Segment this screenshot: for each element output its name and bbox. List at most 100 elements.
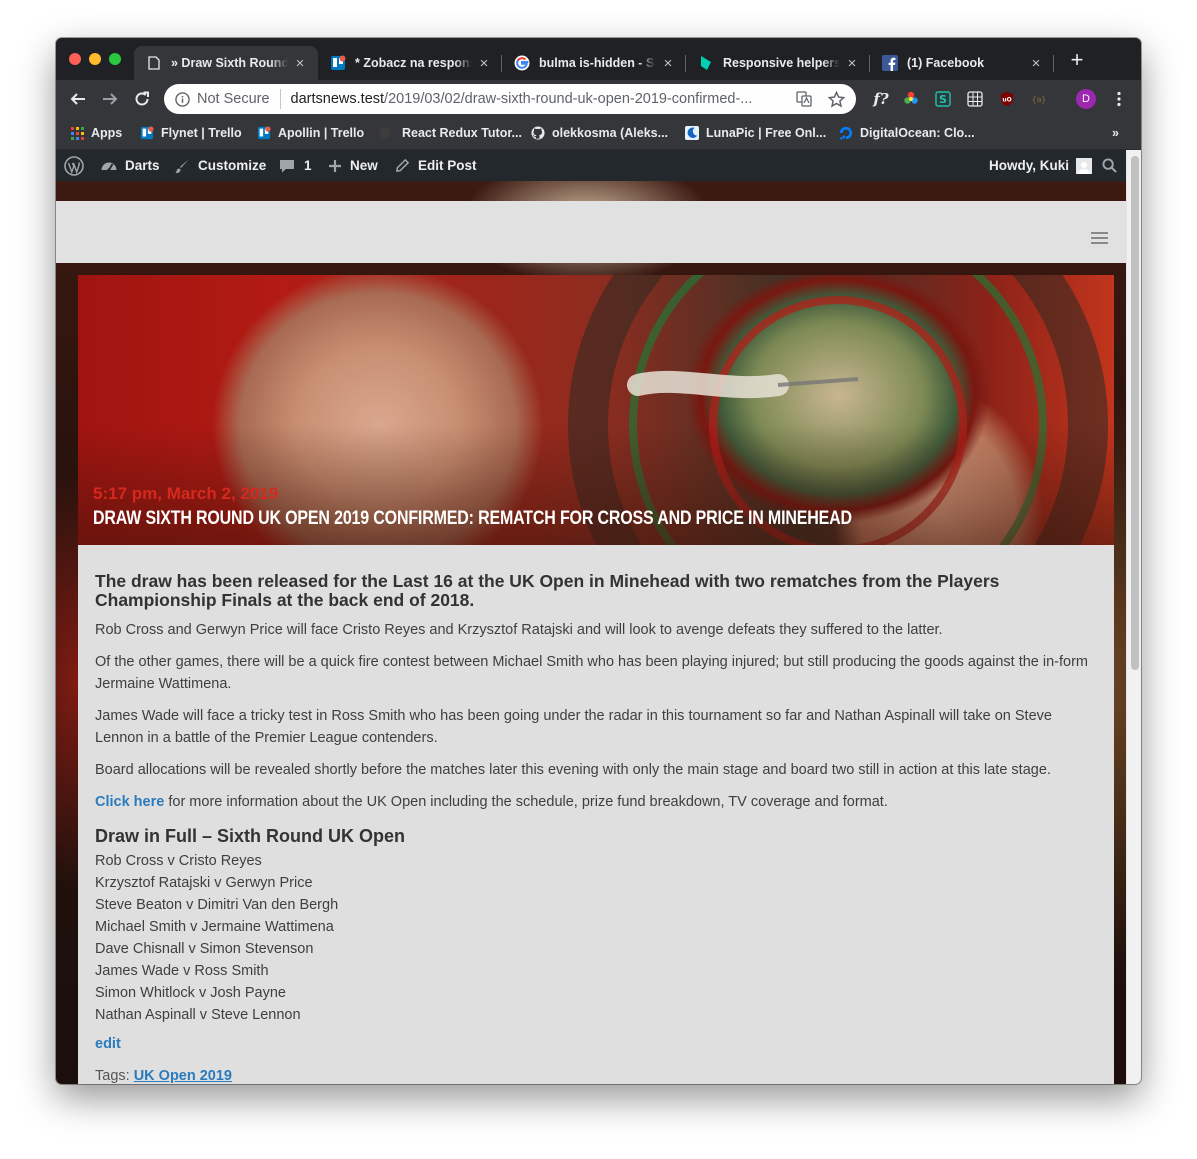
draw-item: Nathan Aspinall v Steve Lennon <box>95 1007 301 1023</box>
not-secure-label: Not Secure <box>197 91 270 107</box>
page-viewport: Darts Customize 1 New Edit Post Howdy, K… <box>56 150 1126 1084</box>
draw-item: Michael Smith v Jermaine Wattimena <box>95 919 334 935</box>
security-indicator[interactable]: Not Secure <box>175 91 270 107</box>
tab-close-icon[interactable]: × <box>292 55 308 72</box>
grid-extension-icon[interactable] <box>964 88 986 110</box>
bookmark-olekkosma[interactable]: olekkosma (Aleks... <box>531 124 668 142</box>
bookmark-label: Apps <box>91 126 123 140</box>
profile-avatar[interactable]: D <box>1074 88 1098 110</box>
trello-icon <box>140 126 154 140</box>
page-scrollbar[interactable] <box>1126 150 1141 1084</box>
bookmarks-bar: Apps Flynet | Trello Apollin | Trello Re… <box>56 118 1141 150</box>
new-label: New <box>350 158 378 173</box>
bookmark-label: Apollin | Trello <box>278 126 365 140</box>
react-icon <box>378 126 392 140</box>
reload-icon[interactable] <box>130 87 154 111</box>
tab-strip: » Draw Sixth Round UK Open 2019 Confirme… <box>56 38 1141 80</box>
tab-title: Responsive helpers | Bulma <box>723 56 840 70</box>
edit-post-label: Edit Post <box>418 158 477 173</box>
fontface-extension-icon[interactable]: f? <box>870 88 892 110</box>
tab-close-icon[interactable]: × <box>660 55 676 72</box>
hero-image: 5:17 pm, March 2, 2019 Draw Sixth Round … <box>78 275 1114 545</box>
site-name-link[interactable]: Darts <box>100 150 160 181</box>
lunapic-icon <box>685 126 699 140</box>
comments-count: 1 <box>304 158 312 173</box>
search-icon[interactable] <box>1102 150 1117 181</box>
my-account-link[interactable]: Howdy, Kuki <box>989 150 1093 181</box>
bookmark-label: Flynet | Trello <box>161 126 242 140</box>
bookmark-react-redux[interactable]: React Redux Tutor... <box>378 124 522 142</box>
bookmarks-overflow-button[interactable]: » <box>1112 124 1119 142</box>
wordpress-logo-icon[interactable] <box>64 150 84 181</box>
url-text[interactable]: dartsnews.test/2019/03/02/draw-sixth-rou… <box>291 91 796 107</box>
tab-zobacz[interactable]: * Zobacz na responsywność × <box>318 46 502 80</box>
hamburger-menu-icon[interactable] <box>1091 231 1108 244</box>
bookmark-digitalocean[interactable]: DigitalOcean: Clo... <box>839 124 975 142</box>
tab-close-icon[interactable]: × <box>844 55 860 72</box>
bookmark-flynet-trello[interactable]: Flynet | Trello <box>140 124 242 142</box>
post-title: Draw Sixth Round UK Open 2019 Confirmed:… <box>93 507 852 529</box>
draw-item: Dave Chisnall v Simon Stevenson <box>95 941 314 957</box>
tab-close-icon[interactable]: × <box>476 55 492 72</box>
edit-link[interactable]: edit <box>95 1036 121 1052</box>
svg-text:S: S <box>939 93 947 106</box>
comments-link[interactable]: 1 <box>279 150 312 181</box>
url-host: dartsnews.test <box>290 91 385 107</box>
draw-item: Rob Cross v Cristo Reyes <box>95 853 262 869</box>
bookmark-apollin-trello[interactable]: Apollin | Trello <box>257 124 364 142</box>
click-here-text: for more information about the UK Open i… <box>164 794 888 810</box>
post-lead: The draw has been released for the Last … <box>95 571 1000 610</box>
post-tags: Tags: UK Open 2019 <box>95 1068 232 1084</box>
bookmark-label: React Redux Tutor... <box>402 126 522 140</box>
tab-close-icon[interactable]: × <box>1028 55 1044 72</box>
tag-link[interactable]: UK Open 2019 <box>134 1068 232 1084</box>
bookmark-lunapic[interactable]: LunaPic | Free Onl... <box>685 124 826 142</box>
post-date: 5:17 pm, March 2, 2019 <box>93 484 279 503</box>
tab-title: » Draw Sixth Round UK Open 2019 Confirme… <box>171 56 288 70</box>
translate-icon[interactable] <box>796 91 814 107</box>
zoom-window-button[interactable] <box>109 53 121 65</box>
minimize-window-button[interactable] <box>89 53 101 65</box>
edit-post-link[interactable]: Edit Post <box>395 150 477 181</box>
bookmark-label: olekkosma (Aleks... <box>552 126 669 140</box>
tab-bulma-search[interactable]: bulma is-hidden - Szukaj w Google × <box>502 46 686 80</box>
site-name-label: Darts <box>125 158 160 173</box>
color-picker-extension-icon[interactable] <box>900 88 922 110</box>
ublock-extension-icon[interactable]: uO <box>996 88 1018 110</box>
new-content-link[interactable]: New <box>328 150 378 181</box>
trello-icon <box>257 126 271 140</box>
google-icon <box>514 55 530 71</box>
plus-icon <box>329 159 341 172</box>
tab-list: » Draw Sixth Round UK Open 2019 Confirme… <box>134 46 1054 80</box>
click-here-link[interactable]: Click here <box>95 794 164 810</box>
new-tab-button[interactable]: + <box>1066 49 1088 72</box>
tab-title: * Zobacz na responsywność <box>355 56 472 70</box>
tab-facebook[interactable]: (1) Facebook × <box>870 46 1054 80</box>
paragraph-1: Rob Cross and Gerwyn Price will face Cri… <box>95 622 943 638</box>
json-formatter-extension-icon[interactable]: {a} <box>1028 88 1050 110</box>
bookmark-star-icon[interactable] <box>828 90 846 108</box>
browser-menu-icon[interactable] <box>1108 88 1130 110</box>
forward-icon[interactable] <box>98 87 122 111</box>
customize-link[interactable]: Customize <box>174 150 266 181</box>
svg-text:uO: uO <box>1002 97 1011 104</box>
github-icon <box>531 126 545 140</box>
svg-text:{a}: {a} <box>1032 95 1046 104</box>
scrollbar-thumb[interactable] <box>1131 156 1139 670</box>
tab-draw-sixth-round[interactable]: » Draw Sixth Round UK Open 2019 Confirme… <box>134 46 318 80</box>
trello-icon <box>330 55 346 71</box>
tab-separator <box>1053 55 1054 72</box>
close-window-button[interactable] <box>69 53 81 65</box>
back-icon[interactable] <box>66 87 90 111</box>
tab-responsive-helpers[interactable]: Responsive helpers | Bulma × <box>686 46 870 80</box>
dashboard-icon <box>101 162 117 172</box>
profile-initial: D <box>1076 89 1096 109</box>
facebook-icon <box>882 55 898 71</box>
draw-item: James Wade v Ross Smith <box>95 963 269 979</box>
bookmark-apps[interactable]: Apps <box>70 124 122 142</box>
omnibox-divider <box>279 89 281 109</box>
stylus-extension-icon[interactable]: S <box>932 88 954 110</box>
address-bar[interactable]: Not Secure dartsnews.test/2019/03/02/dra… <box>164 84 856 114</box>
bookmark-label: DigitalOcean: Clo... <box>860 126 975 140</box>
digitalocean-icon <box>839 126 853 140</box>
